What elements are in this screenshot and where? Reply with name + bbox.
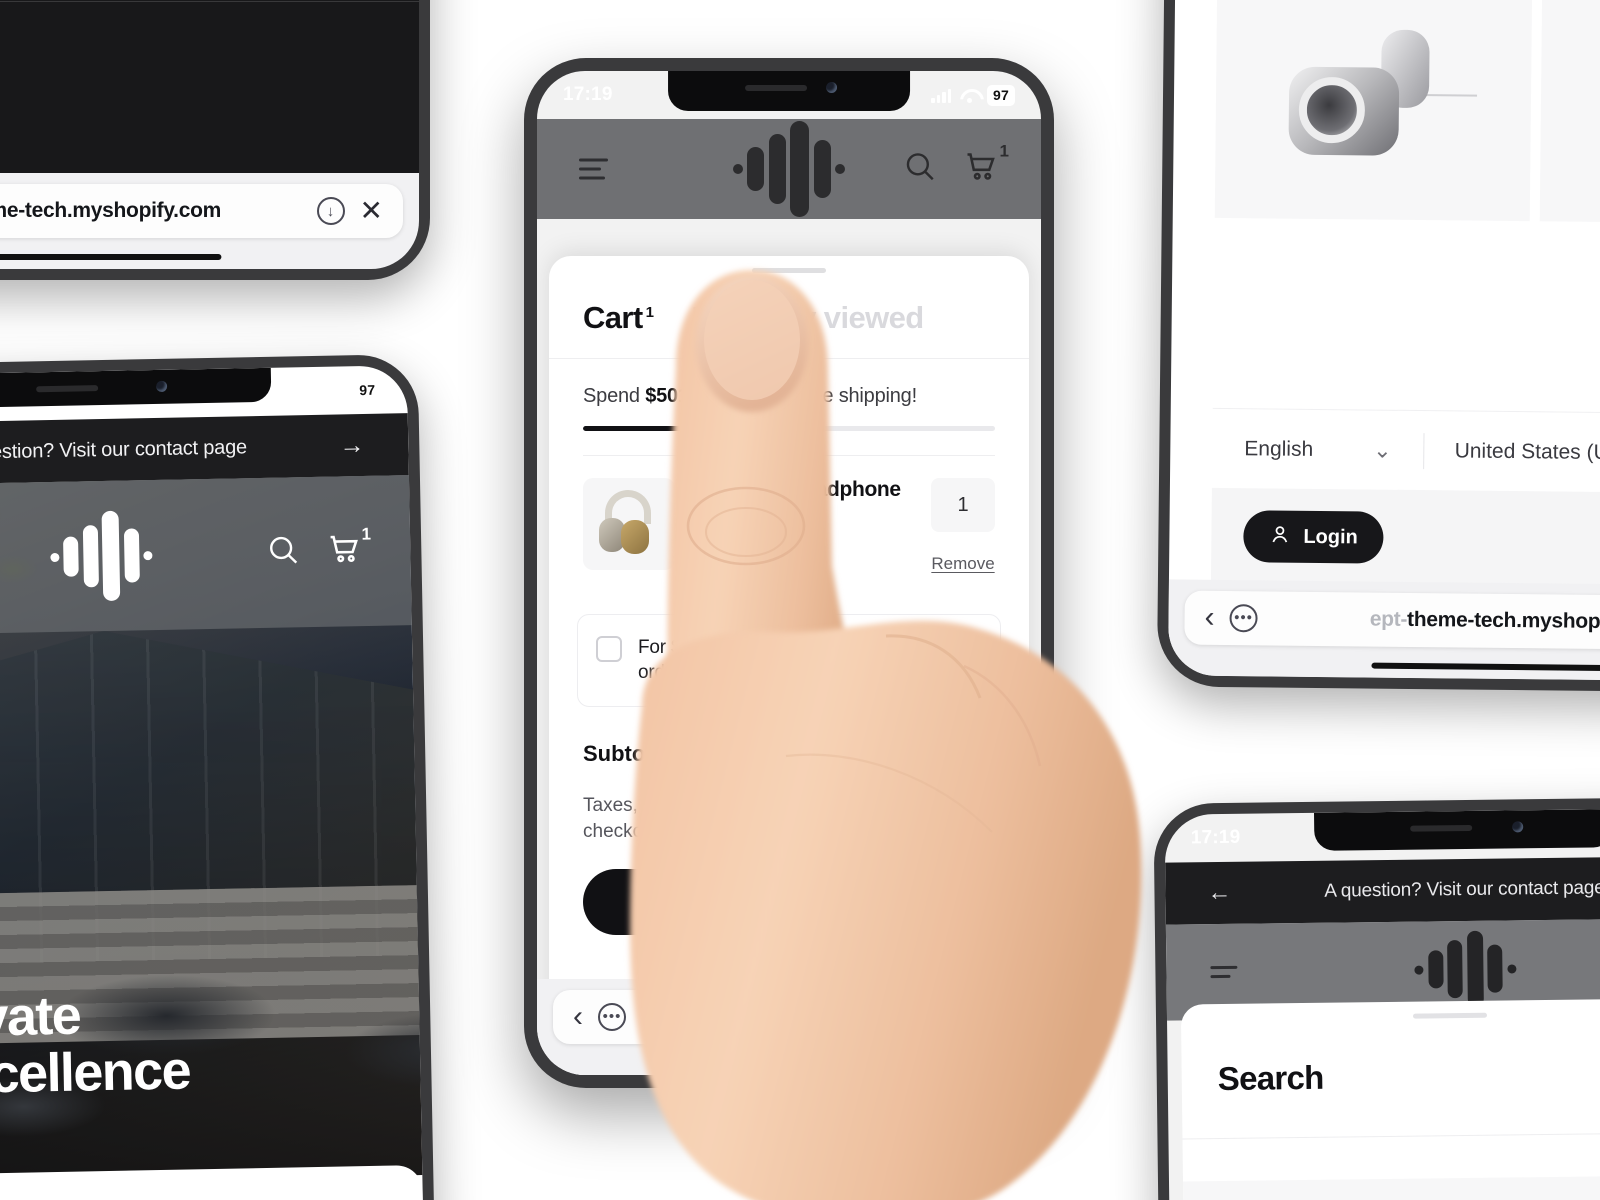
phone-contact-page: (0) 987654321 @domain.com ••• ept-theme-… (0, 0, 430, 280)
phone-e-screen: 17:19 ← A question? Visit our contact pa… (1164, 807, 1600, 1200)
battery-indicator-b: 97 (353, 379, 382, 401)
status-time-c: 17:19 (563, 84, 613, 105)
cart-line-item: Air Beats Headphone Gold Titanium $499.0… (549, 456, 1029, 574)
phone-d-screen: Headphones Earphones (1167, 0, 1600, 683)
announcement-bar-e: ← A question? Visit our contact page (1165, 855, 1600, 925)
subtotal-label: Subtotal (583, 740, 671, 766)
drag-handle[interactable] (752, 268, 826, 273)
collection-card-cables[interactable] (1539, 0, 1600, 225)
home-indicator-c (688, 1060, 890, 1066)
safari-url-bar-c[interactable]: ‹ ••• ept-theme-tech.myshopify.com (553, 990, 1025, 1044)
hamburger-menu-icon[interactable] (579, 158, 608, 180)
audio-wave-logo[interactable] (49, 510, 153, 602)
speaker-product-image (1278, 19, 1477, 171)
login-button[interactable]: Login (1243, 510, 1385, 564)
wifi-icon (960, 89, 978, 103)
more-dots-icon[interactable]: ••• (598, 1003, 626, 1031)
protection-upsell[interactable]: For $10.00, protect the products in this… (577, 614, 1001, 707)
item-price: $499.00 (695, 540, 771, 563)
more-dots-icon[interactable]: ••• (1229, 604, 1258, 633)
progress-bar (583, 426, 995, 431)
divider (0, 1, 419, 2)
footer-social-row: Login f x (1210, 487, 1600, 591)
site-header-b: 1 (0, 475, 412, 637)
hero-image-b: 1 tory We cultivate sonic excellence (0, 475, 423, 1187)
cart-drawer-sheet: Cart 1 Recently viewed Spend $501.00 more… (549, 256, 1029, 1075)
language-selector[interactable]: English ⌄ (1212, 436, 1424, 463)
subtotal-value: $499.00 (915, 740, 995, 766)
download-icon[interactable]: ↓ (316, 197, 345, 225)
cellular-signal-icon (931, 88, 952, 103)
audio-wave-logo[interactable] (1414, 930, 1517, 1007)
collection-card-speakers[interactable] (1214, 0, 1533, 222)
wifi-icon (326, 384, 344, 397)
tab-cart[interactable]: Cart 1 (583, 300, 654, 336)
phone-c-screen: 17:19 97 1 Cart 1 Recently viewed Spend … (537, 71, 1041, 1075)
item-variant: Gold Titanium (695, 507, 807, 527)
upsell-text: For $10.00, protect the products in this… (638, 637, 956, 684)
url-text-a[interactable]: ept-theme-tech.myshopify.com (0, 199, 302, 223)
cart-count-badge-b: 1 (361, 524, 372, 544)
phone-collection-footer: Headphones Earphones (1156, 0, 1600, 694)
phone-homepage-hero: ➤ 97 A question? Visit our contact page … (0, 353, 439, 1200)
url-text-c[interactable]: ept-theme-tech.myshopify.com (641, 1005, 1005, 1029)
close-icon[interactable]: ✕ (360, 197, 383, 225)
cellular-signal-icon (297, 383, 318, 399)
announcement-text-b: A question? Visit our contact page (0, 435, 248, 464)
audio-wave-logo[interactable] (732, 121, 846, 217)
drag-handle[interactable] (1412, 1012, 1487, 1019)
back-chevron-icon[interactable]: ‹ (1204, 601, 1214, 634)
notch-e (1314, 809, 1600, 851)
cart-icon[interactable]: 1 (963, 142, 1009, 190)
search-input[interactable]: Start typing ... (1182, 1174, 1600, 1200)
free-shipping-message: Spend $501.00 more for free shipping! (583, 385, 917, 407)
announcement-text-e: A question? Visit our contact page (1324, 877, 1600, 902)
checkbox-unchecked-icon[interactable] (596, 636, 622, 662)
cart-count-badge-c: 1 (999, 141, 1009, 161)
url-text-d[interactable]: ept-theme-tech.myshopify.com (1272, 607, 1600, 636)
back-chevron-icon[interactable]: ‹ (573, 1002, 583, 1032)
currency-selector[interactable]: United States (USD $) (1425, 439, 1600, 466)
site-header-c: 1 (537, 119, 1041, 219)
search-drawer-sheet: Search Start typing ... (1180, 997, 1600, 1200)
tab-recently-viewed[interactable]: Recently viewed (691, 300, 924, 336)
login-label: Login (1303, 525, 1358, 548)
checkout-button[interactable]: Checkout (583, 869, 995, 936)
battery-indicator-c: 97 (987, 84, 1015, 106)
home-indicator-a (0, 254, 222, 260)
phone-search-drawer: 17:19 ← A question? Visit our contact pa… (1153, 796, 1600, 1200)
arrow-right-icon[interactable]: → (339, 430, 364, 459)
search-icon[interactable] (266, 533, 301, 573)
quantity-stepper[interactable]: 1 (931, 478, 995, 532)
headphone-thumbnail[interactable] (583, 478, 675, 570)
safari-url-bar-d[interactable]: ‹ ••• ept-theme-tech.myshopify.com ↓ (1184, 590, 1600, 652)
free-shipping-meter: Spend $501.00 more for free shipping! (549, 359, 1029, 431)
language-value: English (1244, 436, 1314, 461)
hero-title-b: We cultivate sonic excellence (0, 985, 191, 1108)
back-arrow-icon[interactable]: ← (1207, 879, 1231, 907)
user-icon (1269, 523, 1290, 550)
remove-link[interactable]: Remove (931, 554, 995, 574)
notch-c (668, 71, 910, 111)
hamburger-menu-icon[interactable] (1210, 965, 1238, 979)
phone-cart-drawer: 17:19 97 1 Cart 1 Recently viewed Spend … (524, 58, 1054, 1088)
collection-grid: Headphones Earphones (1214, 0, 1600, 225)
safari-url-bar-a[interactable]: ••• ept-theme-tech.myshopify.com ↓ ✕ (0, 184, 403, 238)
subtotal-row: Subtotal $499.00 (583, 741, 995, 767)
search-icon[interactable] (903, 150, 937, 189)
phone-a-screen: (0) 987654321 @domain.com ••• ept-theme-… (0, 0, 419, 269)
divider (1182, 1131, 1600, 1140)
status-time-e: 17:19 (1190, 826, 1241, 849)
cart-icon[interactable]: 1 (326, 524, 371, 573)
page-title: Search (1217, 1058, 1324, 1098)
locale-selectors: English ⌄ United States (USD $) (1211, 407, 1600, 495)
tax-note: Taxes, discounts and shipping calculated… (583, 794, 949, 843)
notch-b (0, 367, 272, 409)
item-name[interactable]: Air Beats Headphone (695, 478, 911, 502)
phone-b-screen: ➤ 97 A question? Visit our contact page … (0, 365, 428, 1200)
